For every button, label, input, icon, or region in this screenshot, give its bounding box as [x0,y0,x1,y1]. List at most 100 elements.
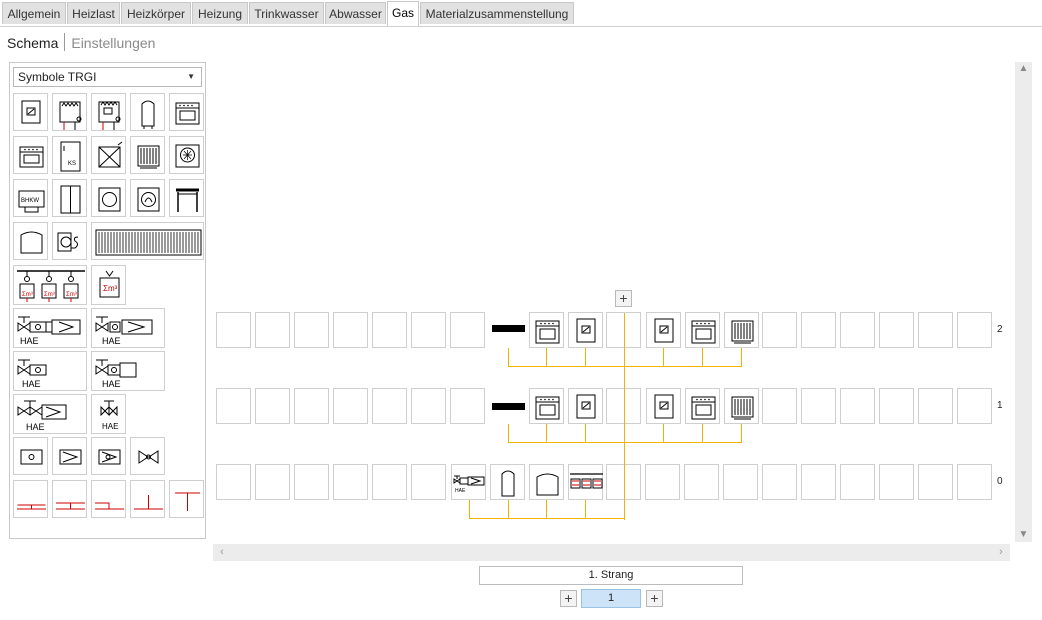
tab-trinkwasser[interactable]: Trinkwasser [249,2,324,24]
empty-grid-cell[interactable] [801,312,836,348]
palette-combi-heater-icon[interactable] [91,93,126,131]
schema-meter-bar-icon[interactable] [490,388,525,424]
schema-stove-icon[interactable] [529,312,564,348]
palette-boiler-round-icon[interactable] [91,179,126,217]
empty-grid-cell[interactable] [684,464,719,500]
schema-gas-heater-icon[interactable] [646,312,681,348]
schema-canopy-icon[interactable] [529,464,564,500]
add-strang-right-button[interactable]: + [646,590,663,607]
schema-radiator-icon[interactable] [724,388,759,424]
tab-abwasser[interactable]: Abwasser [325,2,386,24]
schema-gas-heater-icon[interactable] [568,312,603,348]
palette-dryer-icon[interactable] [91,136,126,174]
palette-storage-tank-icon[interactable] [130,93,165,131]
empty-grid-cell[interactable] [333,464,368,500]
horizontal-scrollbar[interactable]: ‹ › [213,544,1010,561]
schema-radiator-icon[interactable] [724,312,759,348]
palette-stove-icon[interactable] [13,136,48,174]
palette-hae-valve-regulator-icon[interactable]: HAE [91,308,165,348]
empty-grid-cell[interactable] [918,388,953,424]
strang-label[interactable]: 1. Strang [479,566,743,585]
empty-grid-cell[interactable] [879,312,914,348]
palette-meter-regulator-icon[interactable] [91,437,126,475]
empty-grid-cell[interactable] [255,388,290,424]
add-floor-button[interactable]: + [615,290,632,307]
schema-stove-icon[interactable] [685,388,720,424]
empty-grid-cell[interactable] [216,388,251,424]
empty-grid-cell[interactable] [294,312,329,348]
palette-long-radiator-icon[interactable] [91,222,204,260]
schema-storage-tank-icon[interactable] [490,464,525,500]
tab-materialzusammenstellung[interactable]: Materialzusammenstellung [420,2,574,24]
empty-grid-cell[interactable] [411,464,446,500]
strang-selector[interactable]: 1 [581,589,641,608]
empty-grid-cell[interactable] [255,312,290,348]
schema-hae-valve-icon[interactable]: HAE [451,464,486,500]
empty-grid-cell[interactable] [411,388,446,424]
palette-gas-heater-icon[interactable] [13,93,48,131]
palette-refrigerator-icon[interactable]: KS [52,136,87,174]
subtab-schema[interactable]: Schema [7,35,58,51]
palette-shutoff-valve-icon[interactable] [130,437,165,475]
empty-grid-cell[interactable] [801,464,836,500]
palette-canopy-icon[interactable] [13,222,48,260]
scroll-left-arrow-icon[interactable]: ‹ [215,544,229,561]
palette-hae-valve-filter-small-icon[interactable]: HAE [13,351,87,391]
tab-heizlast[interactable]: Heizlast [67,2,120,24]
empty-grid-cell[interactable] [840,388,875,424]
tab-heizung[interactable]: Heizung [192,2,248,24]
empty-grid-cell[interactable] [216,464,251,500]
schema-meter-group-icon[interactable] [568,464,603,500]
schema-stove-icon[interactable] [685,312,720,348]
empty-grid-cell[interactable] [411,312,446,348]
empty-grid-cell[interactable] [840,312,875,348]
palette-fireplace-icon[interactable] [169,179,204,217]
empty-grid-cell[interactable] [918,312,953,348]
schema-gas-heater-icon[interactable] [646,388,681,424]
palette-hae-valve-icon[interactable]: HAE [91,394,126,434]
scroll-down-arrow-icon[interactable]: ▼ [1015,528,1032,542]
add-strang-left-button[interactable]: + [560,590,577,607]
palette-meter-group-icon[interactable]: Σm³ Σm³ Σm³ [13,265,87,305]
symbol-set-dropdown[interactable]: Symbole TRGI ▼ [13,67,202,87]
schema-meter-bar-icon[interactable] [490,312,525,348]
empty-grid-cell[interactable] [294,388,329,424]
palette-regulator-icon[interactable] [52,437,87,475]
empty-grid-cell[interactable] [801,388,836,424]
empty-grid-cell[interactable] [762,388,797,424]
empty-grid-cell[interactable] [957,312,992,348]
palette-cabinet-icon[interactable] [52,179,87,217]
vertical-scrollbar[interactable]: ▲ ▼ [1015,62,1032,542]
empty-grid-cell[interactable] [294,464,329,500]
palette-oven-icon[interactable] [169,93,204,131]
empty-grid-cell[interactable] [333,388,368,424]
empty-grid-cell[interactable] [645,464,680,500]
scroll-up-arrow-icon[interactable]: ▲ [1015,62,1032,76]
empty-grid-cell[interactable] [879,388,914,424]
empty-grid-cell[interactable] [450,312,485,348]
palette-pipe-cross-icon[interactable] [52,480,87,518]
palette-pipe-t-up-icon[interactable] [130,480,165,518]
palette-single-meter-icon[interactable]: Σm³ [91,265,126,305]
empty-grid-cell[interactable] [372,312,407,348]
empty-grid-cell[interactable] [372,388,407,424]
schema-stove-icon[interactable] [529,388,564,424]
empty-grid-cell[interactable] [333,312,368,348]
palette-gas-meter-icon[interactable] [52,222,87,260]
empty-grid-cell[interactable] [255,464,290,500]
palette-filter-icon[interactable] [13,437,48,475]
palette-flow-heater-icon[interactable] [52,93,87,131]
schema-gas-heater-icon[interactable] [568,388,603,424]
empty-grid-cell[interactable] [372,464,407,500]
palette-radiator-icon[interactable] [130,136,165,174]
palette-hae-valve-regulator-small-icon[interactable]: HAE [91,351,165,391]
palette-pipe-corner-icon[interactable] [91,480,126,518]
empty-grid-cell[interactable] [450,388,485,424]
empty-grid-cell[interactable] [762,464,797,500]
empty-grid-cell[interactable] [216,312,251,348]
tab-heizkoerper[interactable]: Heizkörper [121,2,191,24]
subtab-einstellungen[interactable]: Einstellungen [71,35,155,51]
palette-pipe-t-down-icon[interactable] [13,480,48,518]
empty-grid-cell[interactable] [723,464,758,500]
empty-grid-cell[interactable] [957,464,992,500]
